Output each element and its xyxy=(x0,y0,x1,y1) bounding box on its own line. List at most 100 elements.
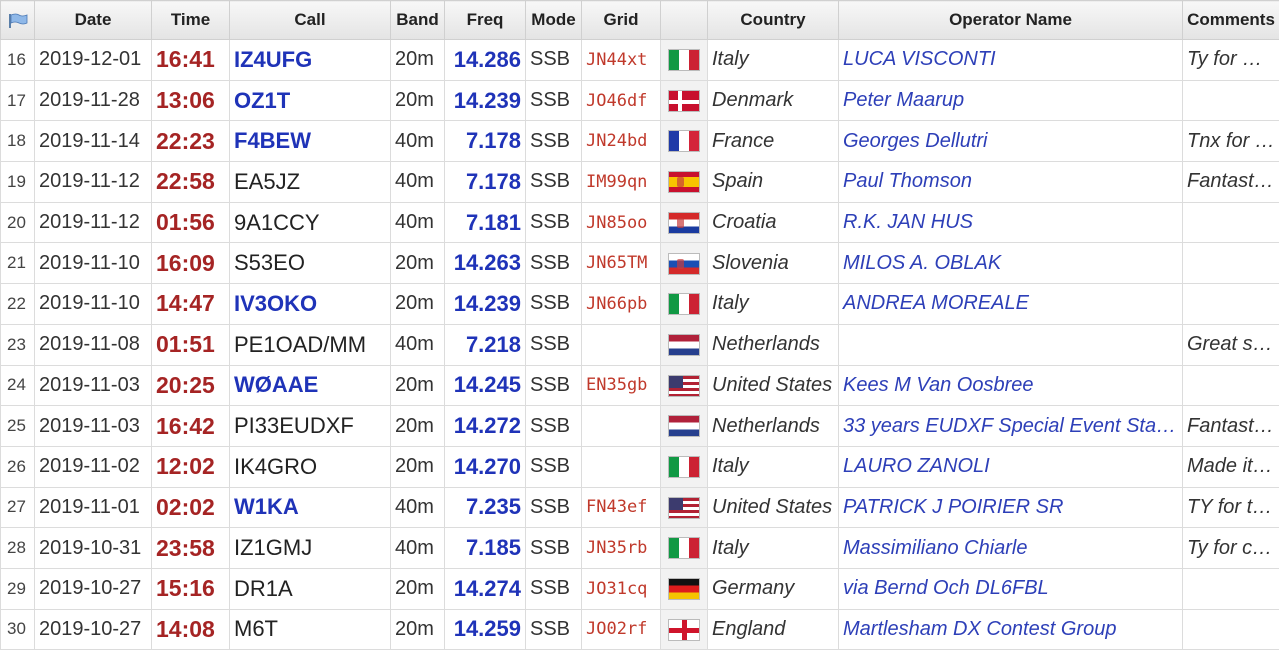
callsign-cell[interactable]: IK4GRO xyxy=(229,445,391,488)
comment-cell[interactable]: Tnx for … xyxy=(1182,120,1279,163)
column-header-country[interactable]: Country xyxy=(707,0,839,40)
operator-name-cell[interactable]: MILOS A. OBLAK xyxy=(838,242,1183,285)
row-number: 24 xyxy=(0,364,35,407)
time-cell: 12:02 xyxy=(151,445,230,488)
operator-name-cell[interactable]: LUCA VISCONTI xyxy=(838,39,1183,81)
callsign-cell[interactable]: S53EO xyxy=(229,242,391,285)
operator-name-cell[interactable] xyxy=(838,323,1183,366)
comment-cell[interactable]: TY for t… xyxy=(1182,486,1279,529)
operator-name-cell[interactable]: Massimiliano Chiarle xyxy=(838,527,1183,569)
grid-cell: JN65TM xyxy=(581,242,661,285)
operator-name-cell[interactable]: ANDREA MOREALE xyxy=(838,283,1183,325)
table-row[interactable]: 28 2019-10-31 23:58 IZ1GMJ 40m 7.185 SSB JN35rb… xyxy=(0,527,1279,569)
comment-cell[interactable] xyxy=(1182,608,1279,651)
table-row[interactable]: 25 2019-11-03 16:42 PI33EUDXF 20m 14.272 SSB Ne… xyxy=(0,405,1279,447)
table-row[interactable]: 17 2019-11-28 13:06 OZ1T 20m 14.239 SSB JO46df D… xyxy=(0,79,1279,122)
row-number: 25 xyxy=(0,405,35,447)
table-row[interactable]: 30 2019-10-27 14:08 M6T 20m 14.259 SSB JO02rf En… xyxy=(0,608,1279,651)
column-header-date[interactable]: Date xyxy=(34,0,152,40)
table-row[interactable]: 16 2019-12-01 16:41 IZ4UFG 20m 14.286 SSB JN44x… xyxy=(0,39,1279,81)
callsign-cell[interactable]: IV3OKO xyxy=(229,283,391,325)
callsign-cell[interactable]: PI33EUDXF xyxy=(229,405,391,447)
comment-cell[interactable] xyxy=(1182,201,1279,244)
column-header-grid[interactable]: Grid xyxy=(581,0,661,40)
callsign-cell[interactable]: W1KA xyxy=(229,486,391,529)
frequency-cell: 7.185 xyxy=(444,527,526,569)
operator-name-cell[interactable]: Martlesham DX Contest Group xyxy=(838,608,1183,651)
callsign-cell[interactable]: M6T xyxy=(229,608,391,651)
country-cell: United States xyxy=(707,364,839,407)
flag-cell xyxy=(660,201,708,244)
column-header-comments[interactable]: Comments xyxy=(1182,0,1279,40)
time-cell: 14:47 xyxy=(151,283,230,325)
date-cell: 2019-11-14 xyxy=(34,120,152,163)
table-row[interactable]: 24 2019-11-03 20:25 WØAAE 20m 14.245 SSB EN35gb… xyxy=(0,364,1279,407)
operator-name-cell[interactable]: PATRICK J POIRIER SR xyxy=(838,486,1183,529)
comment-cell[interactable] xyxy=(1182,364,1279,407)
country-cell: Denmark xyxy=(707,79,839,122)
callsign-cell[interactable]: IZ1GMJ xyxy=(229,527,391,569)
operator-name-cell[interactable]: LAURO ZANOLI xyxy=(838,445,1183,488)
callsign-cell[interactable]: IZ4UFG xyxy=(229,39,391,81)
callsign-cell[interactable]: 9A1CCY xyxy=(229,201,391,244)
callsign-cell[interactable]: PE1OAD/MM xyxy=(229,323,391,366)
comment-cell[interactable] xyxy=(1182,79,1279,122)
column-header-flag[interactable] xyxy=(660,0,708,40)
comment-cell[interactable]: Made it… xyxy=(1182,445,1279,488)
table-row[interactable]: 20 2019-11-12 01:56 9A1CCY 40m 7.181 SSB JN85oo… xyxy=(0,201,1279,244)
row-number: 21 xyxy=(0,242,35,285)
column-header-operator-name[interactable]: Operator Name xyxy=(838,0,1183,40)
table-row[interactable]: 21 2019-11-10 16:09 S53EO 20m 14.263 SSB JN65TM… xyxy=(0,242,1279,285)
table-row[interactable]: 18 2019-11-14 22:23 F4BEW 40m 7.178 SSB JN24bd F… xyxy=(0,120,1279,163)
comment-cell[interactable]: Ty for Q… xyxy=(1182,39,1279,81)
comment-cell[interactable]: Ty for c… xyxy=(1182,527,1279,569)
table-row[interactable]: 29 2019-10-27 15:16 DR1A 20m 14.274 SSB JO31cq G… xyxy=(0,567,1279,610)
operator-name-cell[interactable]: via Bernd Och DL6FBL xyxy=(838,567,1183,610)
column-header-band[interactable]: Band xyxy=(390,0,445,40)
table-row[interactable]: 23 2019-11-08 01:51 PE1OAD/MM 40m 7.218 SSB Net… xyxy=(0,323,1279,366)
comment-cell[interactable]: Fantast… xyxy=(1182,161,1279,203)
table-row[interactable]: 27 2019-11-01 02:02 W1KA 40m 7.235 SSB FN43ef Un… xyxy=(0,486,1279,529)
mode-cell: SSB xyxy=(525,161,582,203)
table-row[interactable]: 22 2019-11-10 14:47 IV3OKO 20m 14.239 SSB JN66p… xyxy=(0,283,1279,325)
mode-cell: SSB xyxy=(525,445,582,488)
comment-cell[interactable]: Fantast… xyxy=(1182,405,1279,447)
grid-cell: EN35gb xyxy=(581,364,661,407)
comment-cell[interactable] xyxy=(1182,283,1279,325)
flag-cell xyxy=(660,79,708,122)
column-header-time[interactable]: Time xyxy=(151,0,230,40)
time-cell: 14:08 xyxy=(151,608,230,651)
mode-cell: SSB xyxy=(525,323,582,366)
grid-cell: JO46df xyxy=(581,79,661,122)
comment-cell[interactable] xyxy=(1182,567,1279,610)
callsign-cell[interactable]: EA5JZ xyxy=(229,161,391,203)
operator-name-cell[interactable]: Kees M Van Oosbree xyxy=(838,364,1183,407)
italy-flag-icon xyxy=(668,455,700,478)
country-cell: Italy xyxy=(707,39,839,81)
table-row[interactable]: 19 2019-11-12 22:58 EA5JZ 40m 7.178 SSB IM99qn S… xyxy=(0,161,1279,203)
row-number: 22 xyxy=(0,283,35,325)
comment-cell[interactable]: Great si… xyxy=(1182,323,1279,366)
table-row[interactable]: 26 2019-11-02 12:02 IK4GRO 20m 14.270 SSB Italy… xyxy=(0,445,1279,488)
operator-name-cell[interactable]: R.K. JAN HUS xyxy=(838,201,1183,244)
country-cell: Spain xyxy=(707,161,839,203)
header-flag-cell[interactable] xyxy=(0,0,35,40)
flag-cell xyxy=(660,120,708,163)
column-header-mode[interactable]: Mode xyxy=(525,0,582,40)
column-header-freq[interactable]: Freq xyxy=(444,0,526,40)
croatia-flag-icon xyxy=(668,211,700,234)
operator-name-cell[interactable]: Georges Dellutri xyxy=(838,120,1183,163)
operator-name-cell[interactable]: Peter Maarup xyxy=(838,79,1183,122)
band-cell: 40m xyxy=(390,527,445,569)
germany-flag-icon xyxy=(668,578,700,600)
grid-cell: JN44xt xyxy=(581,39,661,81)
operator-name-cell[interactable]: Paul Thomson xyxy=(838,161,1183,203)
comment-cell[interactable] xyxy=(1182,242,1279,285)
callsign-cell[interactable]: F4BEW xyxy=(229,120,391,163)
date-cell: 2019-11-03 xyxy=(34,405,152,447)
callsign-cell[interactable]: DR1A xyxy=(229,567,391,610)
operator-name-cell[interactable]: 33 years EUDXF Special Event Station xyxy=(838,405,1183,447)
column-header-call[interactable]: Call xyxy=(229,0,391,40)
callsign-cell[interactable]: OZ1T xyxy=(229,79,391,122)
callsign-cell[interactable]: WØAAE xyxy=(229,364,391,407)
